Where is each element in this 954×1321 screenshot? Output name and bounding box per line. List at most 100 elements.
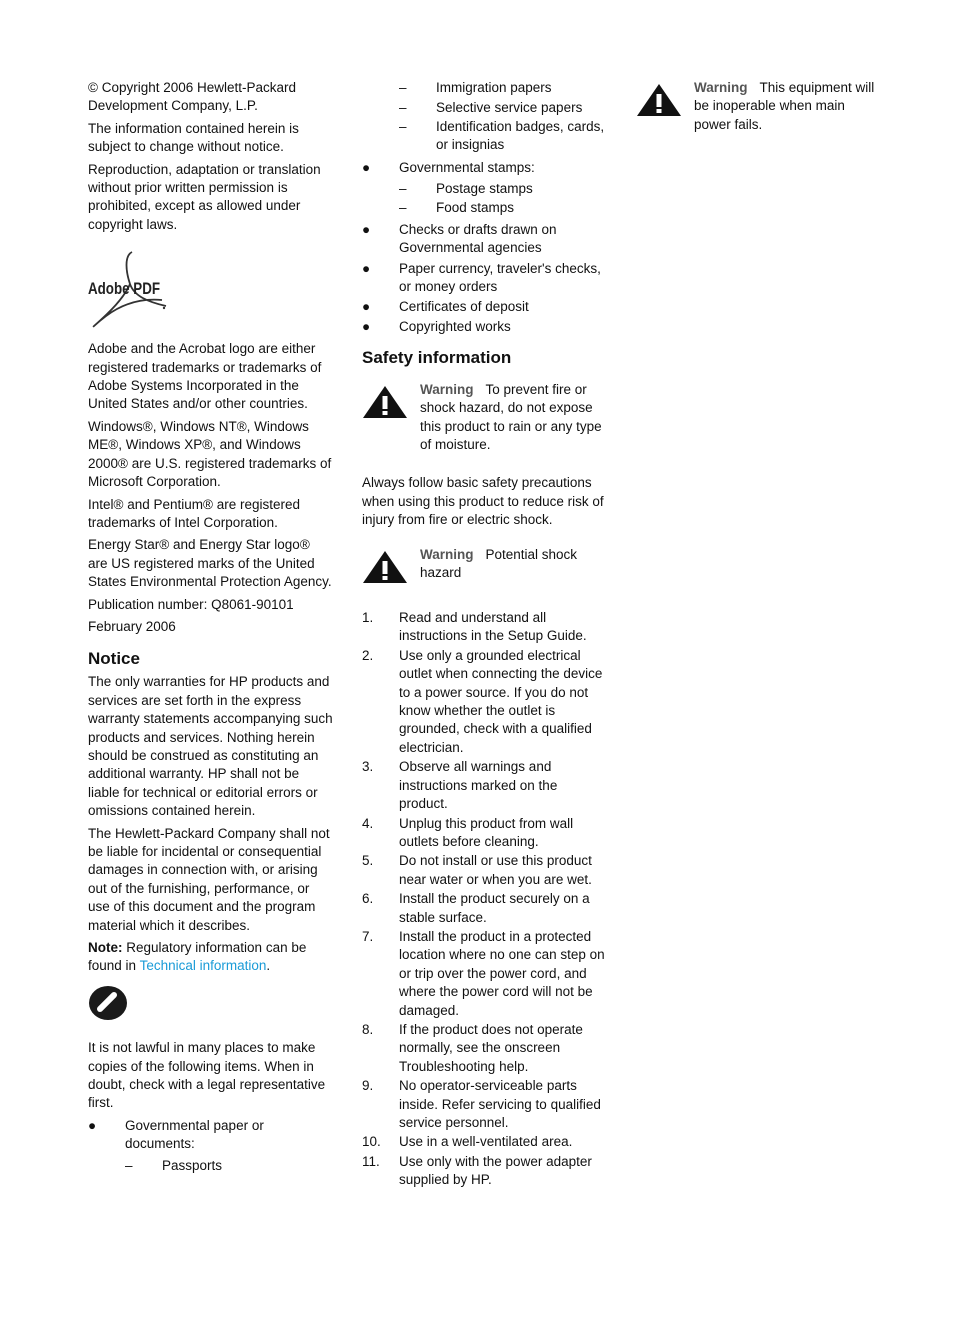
step-text: Install the product in a protected locat… <box>399 928 605 1018</box>
warning-shock-hazard: Warning Potential shock hazard <box>362 546 607 589</box>
acrobat-swirl-icon: Adobe PDF <box>88 251 167 328</box>
step-text: Do not install or use this product near … <box>399 853 592 887</box>
step-number: 7. <box>362 928 374 944</box>
warning-label: Warning <box>420 546 474 562</box>
adobe-trademark-text: Adobe and the Acrobat logo are either re… <box>88 341 322 412</box>
step-number: 10. <box>362 1134 381 1150</box>
precautions-text: Always follow basic safety precautions w… <box>362 475 604 528</box>
step-text: Use in a well-ventilated area. <box>399 1134 573 1150</box>
notice-paragraph-1: The only warranties for HP products and … <box>88 674 333 819</box>
dash-marker: – <box>399 118 407 134</box>
safety-step: 1. Read and understand all instructions i… <box>362 609 607 646</box>
sub-item-label: Immigration papers <box>436 80 552 95</box>
sub-list-item: – Passports <box>125 1157 333 1175</box>
bullet-marker: ● <box>362 159 371 175</box>
step-text: Unplug this product from wall outlets be… <box>399 815 574 849</box>
safety-step: 6. Install the product securely on a stab… <box>362 890 607 927</box>
safety-step: 7. Install the product in a protected loc… <box>362 928 607 1020</box>
safety-step: 11. Use only with the power adapter suppl… <box>362 1153 607 1190</box>
list-item-label: Checks or drafts drawn on Governmental a… <box>399 221 557 256</box>
warning-triangle-icon <box>362 546 420 589</box>
list-item: ● Checks or drafts drawn on Governmental … <box>362 221 607 258</box>
sub-item-label: Food stamps <box>436 200 515 216</box>
step-number: 4. <box>362 815 374 831</box>
not-lawful-text: It is not lawful in many places to make … <box>88 1040 326 1111</box>
sub-item-label: Postage stamps <box>436 181 533 197</box>
step-text: Install the product securely on a stable… <box>399 891 590 925</box>
dash-marker: – <box>399 80 407 95</box>
windows-trademark-text: Windows®, Windows NT®, Windows ME®, Wind… <box>88 418 332 490</box>
step-number: 8. <box>362 1021 374 1037</box>
list-item: ● Certificates of deposit <box>362 298 607 316</box>
reproduction-text: Reproduction, adaptation or translation … <box>88 161 321 232</box>
safety-step: 10. Use in a well-ventilated area. <box>362 1133 607 1151</box>
step-number: 3. <box>362 759 374 775</box>
info-change-text: The information contained herein is subj… <box>88 120 299 155</box>
step-number: 9. <box>362 1078 374 1094</box>
note-end: . <box>266 958 271 974</box>
list-item: ● Copyrighted works <box>362 318 607 336</box>
step-text: Read and understand all instructions in … <box>399 610 587 644</box>
step-number: 6. <box>362 891 374 907</box>
dash-marker: – <box>399 181 407 197</box>
step-text: Use only a grounded electrical outlet wh… <box>399 647 603 755</box>
step-number: 1. <box>362 610 374 626</box>
list-item: ● Governmental paper or documents: – Pass… <box>88 1117 333 1175</box>
sub-item-label: Identification badges, cards, or insigni… <box>436 118 605 153</box>
dash-marker: – <box>399 200 407 216</box>
safety-step: 5. Do not install or use this product nea… <box>362 852 607 889</box>
sub-list-item: – Selective service papers <box>399 99 607 117</box>
sub-list-item: – Postage stamps <box>399 180 607 198</box>
copy-restricted-list-part1: ● Governmental paper or documents: – Pass… <box>88 1117 333 1175</box>
list-item-label: Copyrighted works <box>399 319 511 335</box>
dash-marker: – <box>399 100 407 116</box>
sub-list: – Postage stamps – Food stamps <box>399 180 607 218</box>
safety-heading: Safety information <box>362 347 512 367</box>
sub-list-item: – Immigration papers <box>399 79 607 97</box>
warning-label: Warning <box>694 80 748 95</box>
sub-item-label: Passports <box>162 1157 223 1173</box>
list-item-label: Governmental stamps: <box>399 159 535 175</box>
note-label: Note: <box>88 940 123 956</box>
copy-restricted-list-part2: ● Governmental stamps: – Postage stamps –… <box>362 159 607 337</box>
notice-heading: Notice <box>88 649 140 669</box>
safety-step: 8. If the product does not operate normal… <box>362 1021 607 1076</box>
warning-triangle-icon <box>636 79 694 122</box>
adobe-pdf-logo: Adobe PDF <box>88 250 333 330</box>
step-number: 5. <box>362 853 374 869</box>
column-2: – Immigration papers – Selective service p… <box>362 79 607 1191</box>
logo-text: Adobe PDF <box>88 279 160 298</box>
safety-step: 2. Use only a grounded electrical outlet … <box>362 647 607 757</box>
bullet-marker: ● <box>88 1117 97 1133</box>
sub-list-item: – Food stamps <box>399 199 607 217</box>
list-item-label: Certificates of deposit <box>399 299 529 315</box>
warning-triangle-icon <box>362 381 420 424</box>
safety-step: 4. Unplug this product from wall outlets … <box>362 815 607 852</box>
list-item: ● Paper currency, traveler's checks, or m… <box>362 260 607 297</box>
safety-steps-list: 1. Read and understand all instructions i… <box>362 609 607 1190</box>
publication-date: February 2006 <box>88 618 176 634</box>
sub-list-item: – Identification badges, cards, or insign… <box>399 118 607 155</box>
bullet-marker: ● <box>362 260 371 276</box>
copyright-text: © Copyright 2006 Hewlett-Packard Develop… <box>88 80 297 114</box>
bullet-marker: ● <box>362 299 371 315</box>
publication-number: Publication number: Q8061-90101 <box>88 596 294 612</box>
energy-star-text: Energy Star® and Energy Star logo® are U… <box>88 537 332 590</box>
no-copy-icon <box>88 984 333 1027</box>
step-text: Use only with the power adapter supplied… <box>399 1153 592 1188</box>
step-number: 11. <box>362 1153 380 1169</box>
technical-information-link[interactable]: Technical information <box>140 958 267 973</box>
intel-trademark-text: Intel® and Pentium® are registered trade… <box>88 496 301 530</box>
safety-step: 3. Observe all warnings and instructions … <box>362 758 607 813</box>
step-text: Observe all warnings and instructions ma… <box>399 759 558 812</box>
warning-fire-shock: Warning To prevent fire or shock hazard, … <box>362 381 607 459</box>
notice-paragraph-2: The Hewlett-Packard Company shall not be… <box>88 825 330 933</box>
column-1: © Copyright 2006 Hewlett-Packard Develop… <box>88 79 333 1177</box>
dash-marker: – <box>125 1157 133 1173</box>
warning-label: Warning <box>420 381 474 397</box>
step-text: If the product does not operate normally… <box>399 1021 583 1074</box>
sub-item-label: Selective service papers <box>436 100 583 116</box>
step-text: No operator-serviceable parts inside. Re… <box>399 1078 601 1130</box>
step-number: 2. <box>362 647 374 663</box>
warning-power-failure: Warning This equipment will be inoperable… <box>636 79 881 138</box>
